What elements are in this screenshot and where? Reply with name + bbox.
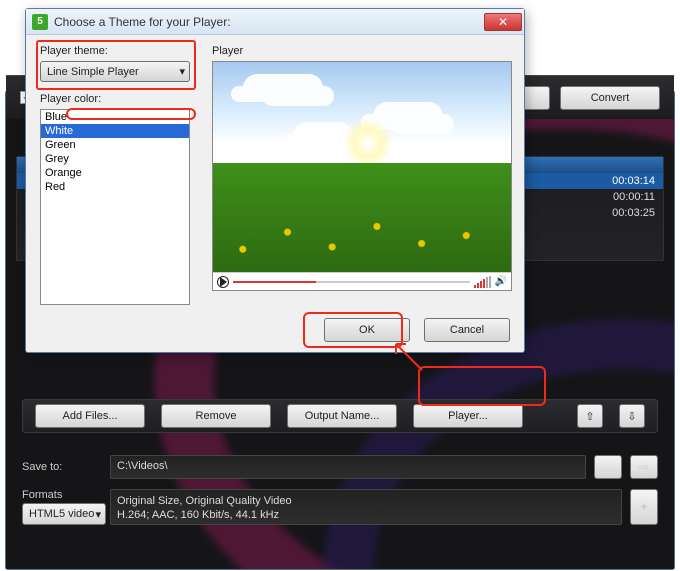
dialog-titlebar: 5 Choose a Theme for your Player: ✕ [26,9,524,35]
theme-dialog: 5 Choose a Theme for your Player: ✕ Play… [25,8,525,353]
wand-icon: ✦ [639,500,649,514]
theme-select[interactable]: Line Simple Player▾ [40,61,190,82]
color-label: Player color: [40,93,200,105]
format-settings-button[interactable]: ✦ [630,489,658,525]
save-to-row: Save to: C:\Videos\ … ⇨ [22,455,658,479]
duration: 00:03:25 [612,207,655,219]
open-folder-icon: ⇨ [639,460,649,474]
ok-button[interactable]: OK [324,318,410,342]
preview-label: Player [212,45,510,57]
ellipsis-icon: … [602,460,614,474]
arrow-down-icon: ⇩ [627,410,636,423]
player-preview: 🔊 [212,61,512,291]
format-description: Original Size, Original Quality Video H.… [110,489,622,525]
move-up-button[interactable]: ⇧ [577,404,603,428]
chevron-down-icon: ▾ [95,508,101,521]
color-option-white[interactable]: White [41,124,189,138]
duration: 00:03:14 [612,175,655,187]
color-option-grey[interactable]: Grey [41,152,189,166]
format-select[interactable]: HTML5 video▾ [22,503,106,525]
save-to-label: Save to: [22,461,102,473]
convert-button[interactable]: Convert [560,86,660,110]
color-option-orange[interactable]: Orange [41,166,189,180]
move-down-button[interactable]: ⇩ [619,404,645,428]
color-option-blue[interactable]: Blue [41,110,189,124]
chevron-down-icon: ▾ [179,65,185,78]
app-icon: 5 [32,14,48,30]
dialog-title: Choose a Theme for your Player: [54,15,231,29]
theme-group: Player theme: Line Simple Player▾ [40,45,200,82]
theme-label: Player theme: [40,45,200,57]
formats-label: Formats [22,489,102,501]
formats-row: Formats HTML5 video▾ Original Size, Orig… [22,489,658,525]
color-option-green[interactable]: Green [41,138,189,152]
cancel-button[interactable]: Cancel [424,318,510,342]
remove-button[interactable]: Remove [161,404,271,428]
color-list[interactable]: Blue White Green Grey Orange Red [40,109,190,305]
play-button[interactable] [217,276,229,288]
output-name-button[interactable]: Output Name... [287,404,397,428]
preview-group: Player 🔊 [212,45,510,291]
add-files-button[interactable]: Add Files... [35,404,145,428]
color-group: Player color: Blue White Green Grey Oran… [40,93,200,305]
save-to-input[interactable]: C:\Videos\ [110,455,586,479]
player-controls: 🔊 [213,272,511,290]
progress-bar[interactable] [233,281,470,283]
volume-bars[interactable] [474,276,491,288]
dialog-close-button[interactable]: ✕ [484,13,522,31]
color-option-red[interactable]: Red [41,180,189,194]
volume-icon[interactable]: 🔊 [495,276,507,287]
player-button[interactable]: Player... [413,404,523,428]
duration: 00:00:11 [613,191,655,203]
arrow-up-icon: ⇧ [585,410,594,423]
browse-button[interactable]: … [594,455,622,479]
open-folder-button[interactable]: ⇨ [630,455,658,479]
toolbar: Add Files... Remove Output Name... Playe… [22,399,658,433]
play-icon [220,277,227,287]
